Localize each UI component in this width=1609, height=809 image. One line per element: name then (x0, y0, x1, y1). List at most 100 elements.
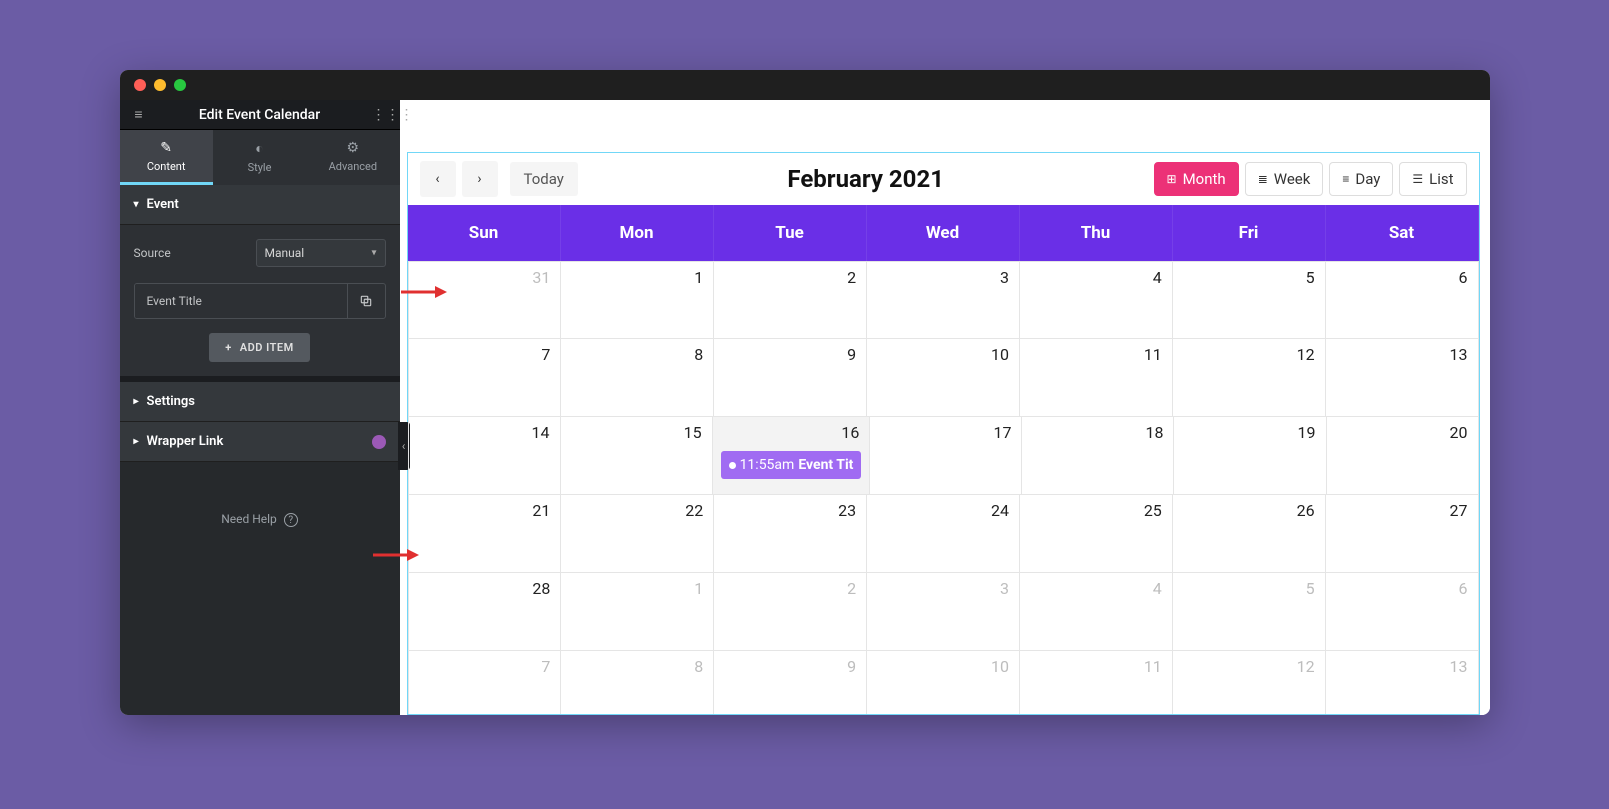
day-cell[interactable]: 7 (408, 651, 562, 715)
day-cell[interactable]: 3 (867, 261, 1020, 339)
day-cell[interactable]: 2 (714, 573, 867, 651)
day-cell[interactable]: 10 (867, 651, 1020, 715)
day-number: 12 (1297, 657, 1315, 676)
day-number: 1 (694, 268, 703, 287)
day-number: 22 (685, 501, 703, 520)
day-number: 7 (541, 657, 550, 676)
day-cell[interactable]: 5 (1173, 573, 1326, 651)
day-cell[interactable]: 21 (408, 495, 562, 573)
week-row: 21 22 2324 25 26 27 (408, 495, 1479, 573)
brand-dot-icon (372, 435, 386, 449)
day-number: 6 (1459, 268, 1468, 287)
day-cell[interactable]: 26 (1173, 495, 1326, 573)
view-week-button[interactable]: ≣Week (1245, 162, 1324, 196)
event-item-title[interactable]: Event Title (135, 284, 347, 318)
day-number: 2 (847, 579, 856, 598)
view-list-button[interactable]: ☰List (1399, 162, 1466, 196)
section-wrapper-link-header[interactable]: ▸ Wrapper Link (120, 422, 400, 462)
view-icon: ☰ (1412, 172, 1423, 186)
day-cell[interactable]: 7 (408, 339, 562, 417)
editor-sidebar: ≡ Edit Event Calendar ⋮⋮⋮ ✎Content ◐Styl… (120, 100, 400, 715)
day-header: Sun (408, 205, 561, 261)
day-cell[interactable]: 6 (1326, 261, 1479, 339)
day-cell[interactable]: 11 (1020, 339, 1173, 417)
view-month-button[interactable]: ⊞Month (1154, 162, 1239, 196)
need-help-link[interactable]: Need Help ? (120, 462, 400, 577)
day-cell[interactable]: 15 (561, 417, 713, 495)
day-cell[interactable]: 1611:55am Event Tit (713, 417, 871, 495)
day-cell[interactable]: 19 (1174, 417, 1326, 495)
day-cell[interactable]: 13 (1326, 651, 1479, 715)
day-cell[interactable]: 20 (1327, 417, 1479, 495)
day-cell[interactable]: 12 (1173, 339, 1326, 417)
close-icon[interactable] (134, 79, 146, 91)
day-number: 26 (1297, 501, 1315, 520)
apps-icon[interactable]: ⋮⋮⋮ (372, 107, 390, 123)
add-item-button[interactable]: ADD ITEM (209, 333, 310, 362)
sidebar-title: Edit Event Calendar (148, 107, 372, 123)
day-cell[interactable]: 5 (1173, 261, 1326, 339)
day-number: 7 (541, 345, 550, 364)
week-row: 78 9 1011 12 13 (408, 339, 1479, 417)
day-cell[interactable]: 18 (1022, 417, 1174, 495)
tab-content[interactable]: ✎Content (120, 130, 213, 185)
day-cell[interactable]: 23 (714, 495, 867, 573)
day-cell[interactable]: 14 (408, 417, 561, 495)
day-cell[interactable]: 8 (561, 339, 714, 417)
minimize-icon[interactable] (154, 79, 166, 91)
day-number: 9 (847, 345, 856, 364)
day-cell[interactable]: 17 (870, 417, 1022, 495)
day-number: 28 (532, 579, 550, 598)
day-number: 13 (1450, 657, 1468, 676)
section-settings-header[interactable]: ▸ Settings (120, 382, 400, 422)
view-day-button[interactable]: ≡Day (1329, 162, 1393, 196)
day-cell[interactable]: 3 (867, 573, 1020, 651)
day-number: 18 (1145, 423, 1163, 442)
tab-advanced[interactable]: ⚙Advanced (306, 130, 399, 185)
day-cell[interactable]: 27 (1326, 495, 1479, 573)
week-row: 78 9 10 11 12 13 (408, 651, 1479, 715)
day-number: 17 (993, 423, 1011, 442)
day-cell[interactable]: 31 (408, 261, 562, 339)
day-cell[interactable]: 12 (1173, 651, 1326, 715)
day-cell[interactable]: 22 (561, 495, 714, 573)
day-cell[interactable]: 6 (1326, 573, 1479, 651)
tab-style[interactable]: ◐Style (213, 130, 306, 185)
maximize-icon[interactable] (174, 79, 186, 91)
day-number: 12 (1297, 345, 1315, 364)
source-select[interactable]: Manual (256, 239, 386, 267)
tab-style-label: Style (248, 161, 272, 174)
copy-icon[interactable] (347, 284, 385, 318)
section-event-label: Event (147, 197, 179, 212)
menu-icon[interactable]: ≡ (130, 106, 148, 123)
prev-button[interactable]: ‹ (420, 161, 456, 197)
day-header: Fri (1173, 205, 1326, 261)
day-number: 31 (532, 268, 550, 287)
section-event-header[interactable]: ▾ Event (120, 185, 400, 225)
day-number: 9 (847, 657, 856, 676)
day-number: 19 (1298, 423, 1316, 442)
day-number: 25 (1144, 501, 1162, 520)
day-cell[interactable]: 11 (1020, 651, 1173, 715)
event-chip[interactable]: 11:55am Event Tit (721, 451, 862, 479)
day-cell[interactable]: 9 (714, 339, 867, 417)
day-cell[interactable]: 8 (561, 651, 714, 715)
day-cell[interactable]: 1 (561, 261, 714, 339)
day-header-row: SunMonTueWedThuFriSat (408, 205, 1479, 261)
day-cell[interactable]: 13 (1326, 339, 1479, 417)
day-cell[interactable]: 25 (1020, 495, 1173, 573)
day-number: 15 (684, 423, 702, 442)
next-button[interactable]: › (462, 161, 498, 197)
day-cell[interactable]: 28 (408, 573, 562, 651)
day-cell[interactable]: 24 (867, 495, 1020, 573)
day-number: 10 (991, 657, 1009, 676)
day-cell[interactable]: 4 (1020, 261, 1173, 339)
day-cell[interactable]: 1 (561, 573, 714, 651)
day-cell[interactable]: 9 (714, 651, 867, 715)
event-dot-icon (729, 462, 736, 469)
day-cell[interactable]: 10 (867, 339, 1020, 417)
today-button[interactable]: Today (510, 162, 578, 196)
day-cell[interactable]: 4 (1020, 573, 1173, 651)
pencil-icon: ✎ (120, 140, 213, 156)
day-cell[interactable]: 2 (714, 261, 867, 339)
